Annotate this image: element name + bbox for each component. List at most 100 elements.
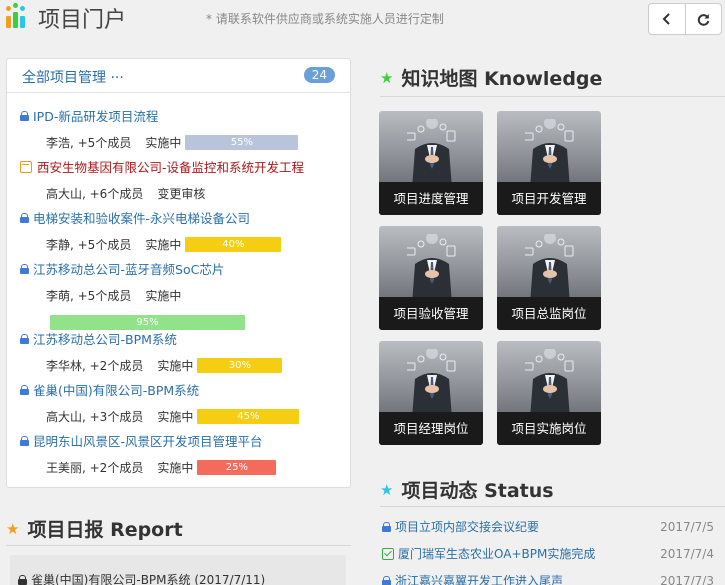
lock-icon [18,574,27,585]
project-members: 李萌, +5个成员 [46,289,132,303]
project-item: 江苏移动总公司-蓝牙音频SoC芯片 李萌, +5个成员 实施中 95% [20,259,345,330]
tile-image [404,232,457,304]
back-button[interactable] [649,4,685,34]
project-title-link[interactable]: IPD-新品研发项目流程 [20,106,345,125]
project-title-text: 雀巢(中国)有限公司-BPM系统 [33,383,200,398]
project-meta: 李静, +5个成员 实施中 40% [46,236,345,253]
project-title-text: 江苏移动总公司-BPM系统 [33,332,177,347]
header-button-group [648,3,722,35]
project-members: 李静, +5个成员 [46,238,132,252]
progress-bar: 55% [185,135,299,150]
status-divider [380,506,725,507]
refresh-icon [697,13,710,26]
project-meta: 王美丽, +2个成员 实施中 25% [46,459,345,476]
tile-caption: 项目总监岗位 [497,297,601,330]
page-header: 项目门户 * 请联系软件供应商或系统实施人员进行定制 [0,0,725,40]
progress-bar: 25% [197,460,277,475]
businessman-illustration [404,347,456,419]
star-icon: ★ [380,68,394,87]
report-list: 雀巢(中国)有限公司-BPM系统 (2017/7/11) [10,555,346,585]
project-title-link[interactable]: 江苏移动总公司-BPM系统 [20,329,345,348]
businessman-illustration [522,117,574,189]
project-members: 高大山, +3个成员 [46,410,144,424]
tile-caption: 项目进度管理 [379,182,483,215]
lock-icon [20,263,29,274]
status-item-text: 厦门瑞军生态农业OA+BPM实施完成 [398,547,596,561]
project-status: 实施中 [157,410,194,424]
report-item[interactable]: 雀巢(中国)有限公司-BPM系统 (2017/7/11) [18,571,265,585]
businessman-illustration [522,232,574,304]
tile-caption: 项目实施岗位 [497,412,601,445]
status-item-date: 2017/7/4 [660,546,714,561]
lock-icon [382,575,391,585]
lock-icon [20,110,29,121]
progress-bar: 30% [197,358,283,373]
businessman-illustration [522,347,574,419]
knowledge-tile[interactable]: 项目开发管理 [497,111,601,215]
check-calendar-icon [382,547,394,560]
knowledge-tile[interactable]: 项目经理岗位 [379,341,483,445]
project-members: 李华林, +2个成员 [46,359,144,373]
page-title: 项目门户 [38,8,127,33]
tile-image [522,117,575,189]
project-item: 昆明东山风景区-风景区开发项目管理平台 王美丽, +2个成员 实施中 25% [20,431,345,476]
lock-icon [382,521,391,532]
customization-note: * 请联系软件供应商或系统实施人员进行定制 [206,12,444,26]
status-item[interactable]: 浙江嘉兴嘉翼开发工作进入尾声 2017/7/3 [382,572,714,585]
knowledge-divider [380,96,725,97]
report-title-text: 项目日报 Report [27,519,183,541]
project-title-text: 西安生物基因有限公司-设备监控和系统开发工程 [37,160,305,175]
project-status: 实施中 [145,238,182,252]
project-item: 江苏移动总公司-BPM系统 李华林, +2个成员 实施中 30% [20,329,345,374]
star-icon: ★ [6,519,20,538]
businessman-illustration [404,232,456,304]
progress-bar: 40% [185,237,282,252]
project-members: 高大山, +6个成员 [46,187,144,201]
project-members: 王美丽, +2个成员 [46,461,144,475]
panel-header: 全部项目管理 ··· 24 [7,59,350,93]
status-item-date: 2017/7/5 [660,519,714,534]
knowledge-tile[interactable]: 项目实施岗位 [497,341,601,445]
project-status: 实施中 [157,359,194,373]
portal-logo-icon [6,3,32,28]
project-item: 雀巢(中国)有限公司-BPM系统 高大山, +3个成员 实施中 45% [20,380,345,425]
project-title-link[interactable]: 江苏移动总公司-蓝牙音频SoC芯片 [20,259,345,278]
project-title-link[interactable]: 雀巢(中国)有限公司-BPM系统 [20,380,345,399]
progress-bar: 45% [197,409,300,424]
status-item-text: 浙江嘉兴嘉翼开发工作进入尾声 [395,574,564,585]
businessman-illustration [404,117,456,189]
project-title-text: IPD-新品研发项目流程 [33,109,159,124]
project-title-link[interactable]: 西安生物基因有限公司-设备监控和系统开发工程 [20,157,345,176]
project-meta: 李萌, +5个成员 实施中 [46,287,345,304]
tile-caption: 项目经理岗位 [379,412,483,445]
project-item: 西安生物基因有限公司-设备监控和系统开发工程 高大山, +6个成员 变更审核 [20,157,345,202]
project-count-badge: 24 [303,67,335,83]
knowledge-tile[interactable]: 项目验收管理 [379,226,483,330]
status-item-date: 2017/7/3 [660,573,714,585]
progress-bar-row: 95% [46,310,345,330]
star-icon: ★ [380,480,394,499]
report-section-title: ★ 项目日报 Report [6,515,183,542]
status-section-title: ★ 项目动态 Status [380,476,554,503]
status-item[interactable]: 厦门瑞军生态农业OA+BPM实施完成 2017/7/4 [382,545,714,562]
project-status: 变更审核 [157,187,206,201]
refresh-button[interactable] [684,4,722,34]
calendar-icon [20,160,32,173]
tile-image [522,347,575,419]
lock-icon [20,212,29,223]
all-projects-link[interactable]: 全部项目管理 ··· [22,67,124,87]
project-title-text: 昆明东山风景区-风景区开发项目管理平台 [33,434,263,449]
knowledge-tile[interactable]: 项目总监岗位 [497,226,601,330]
project-title-link[interactable]: 电梯安装和验收案件-永兴电梯设备公司 [20,208,345,227]
project-meta: 高大山, +6个成员 变更审核 [46,185,345,202]
project-status: 实施中 [145,136,182,150]
project-members: 李浩, +5个成员 [46,136,132,150]
knowledge-title-text: 知识地图 Knowledge [401,68,603,90]
knowledge-tile[interactable]: 项目进度管理 [379,111,483,215]
report-divider [6,545,351,546]
project-status: 实施中 [157,461,194,475]
status-item[interactable]: 项目立项内部交接会议纪要 2017/7/5 [382,518,714,535]
project-title-text: 电梯安装和验收案件-永兴电梯设备公司 [33,211,251,226]
project-title-link[interactable]: 昆明东山风景区-风景区开发项目管理平台 [20,431,345,450]
lock-icon [20,435,29,446]
